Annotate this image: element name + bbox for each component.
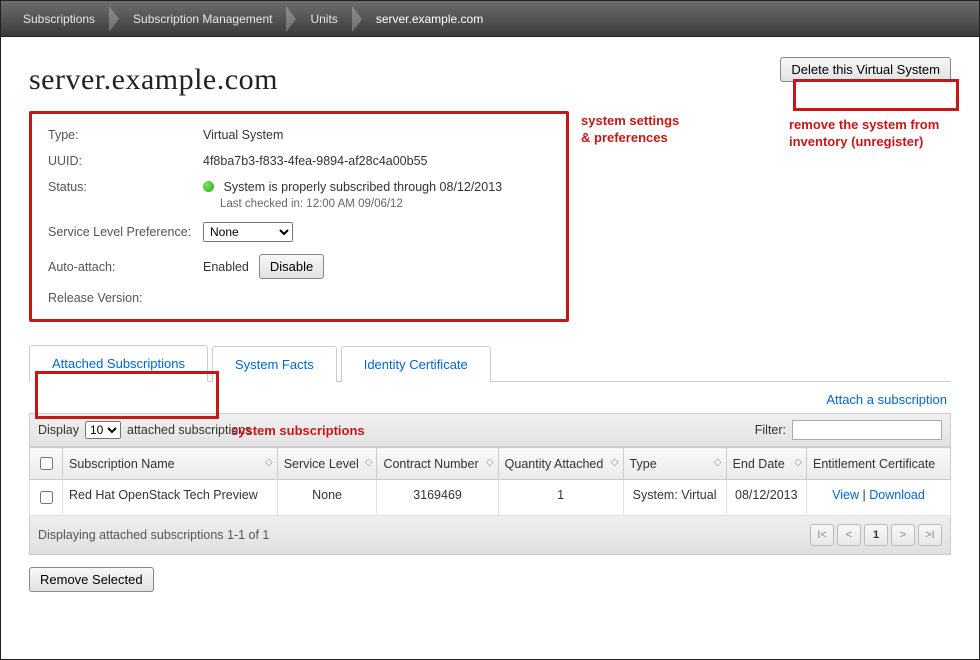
cell-end-date: 08/12/2013 bbox=[726, 480, 806, 516]
release-version-label: Release Version: bbox=[48, 291, 203, 305]
col-end-date[interactable]: End Date◇ bbox=[726, 448, 806, 480]
system-settings-panel: Type: Virtual System UUID: 4f8ba7b3-f833… bbox=[29, 111, 569, 322]
breadcrumb-item[interactable]: Subscriptions bbox=[1, 1, 111, 37]
service-level-select[interactable]: None bbox=[203, 222, 293, 242]
auto-attach-disable-button[interactable]: Disable bbox=[259, 254, 324, 279]
delete-system-button[interactable]: Delete this Virtual System bbox=[780, 57, 951, 82]
remove-selected-button[interactable]: Remove Selected bbox=[29, 567, 154, 592]
auto-attach-value: Enabled bbox=[203, 260, 249, 274]
tabs: Attached Subscriptions System Facts Iden… bbox=[29, 344, 951, 382]
filter-label: Filter: bbox=[755, 423, 786, 437]
view-certificate-link[interactable]: View bbox=[832, 488, 859, 502]
status-ok-icon bbox=[203, 181, 214, 192]
breadcrumb-item-current: server.example.com bbox=[354, 1, 499, 37]
cell-type: System: Virtual bbox=[623, 480, 726, 516]
cell-qty: 1 bbox=[498, 480, 623, 516]
cell-service-level: None bbox=[277, 480, 377, 516]
auto-attach-label: Auto-attach: bbox=[48, 260, 203, 274]
subscriptions-table: Subscription Name◇ Service Level◇ Contra… bbox=[29, 447, 951, 516]
pager-next-icon[interactable]: > bbox=[891, 524, 915, 546]
breadcrumb-item[interactable]: Subscription Management bbox=[111, 1, 288, 37]
col-contract-number[interactable]: Contract Number◇ bbox=[377, 448, 498, 480]
select-all-checkbox[interactable] bbox=[40, 457, 53, 470]
breadcrumb-item[interactable]: Units bbox=[288, 1, 353, 37]
col-entitlement-certificate: Entitlement Certificate bbox=[806, 448, 950, 480]
filter-input[interactable] bbox=[792, 420, 942, 440]
col-type[interactable]: Type◇ bbox=[623, 448, 726, 480]
uuid-label: UUID: bbox=[48, 154, 203, 168]
pager-summary: Displaying attached subscriptions 1-1 of… bbox=[38, 528, 269, 542]
attach-subscription-link[interactable]: Attach a subscription bbox=[826, 392, 947, 407]
pager: I< < 1 > >I bbox=[810, 524, 942, 546]
tab-system-facts[interactable]: System Facts bbox=[212, 346, 337, 382]
status-value: System is properly subscribed through 08… bbox=[223, 180, 502, 194]
status-checked-in: Last checked in: 12:00 AM 09/06/12 bbox=[220, 198, 550, 210]
col-service-level[interactable]: Service Level◇ bbox=[277, 448, 377, 480]
list-toolbar: Display 10 attached subscriptions Filter… bbox=[29, 413, 951, 447]
uuid-value: 4f8ba7b3-f833-4fea-9894-af28c4a00b55 bbox=[203, 154, 550, 168]
breadcrumb: Subscriptions Subscription Management Un… bbox=[1, 1, 979, 37]
page-title: server.example.com bbox=[29, 63, 278, 97]
type-value: Virtual System bbox=[203, 128, 550, 142]
pager-first-icon[interactable]: I< bbox=[810, 524, 834, 546]
tab-attached-subscriptions[interactable]: Attached Subscriptions bbox=[29, 345, 208, 382]
pager-page-current[interactable]: 1 bbox=[864, 524, 888, 546]
cell-contract: 3169469 bbox=[377, 480, 498, 516]
pager-last-icon[interactable]: >I bbox=[918, 524, 942, 546]
display-count-select[interactable]: 10 bbox=[85, 421, 121, 439]
table-row: Red Hat OpenStack Tech Preview None 3169… bbox=[30, 480, 951, 516]
service-level-label: Service Level Preference: bbox=[48, 225, 203, 239]
type-label: Type: bbox=[48, 128, 203, 142]
download-certificate-link[interactable]: Download bbox=[869, 488, 925, 502]
col-subscription-name[interactable]: Subscription Name◇ bbox=[63, 448, 278, 480]
cell-certificate: View | Download bbox=[806, 480, 950, 516]
pager-prev-icon[interactable]: < bbox=[837, 524, 861, 546]
cell-name: Red Hat OpenStack Tech Preview bbox=[63, 480, 278, 516]
display-prefix: Display bbox=[38, 423, 79, 437]
display-suffix: attached subscriptions bbox=[127, 423, 251, 437]
col-quantity-attached[interactable]: Quantity Attached◇ bbox=[498, 448, 623, 480]
status-label: Status: bbox=[48, 180, 203, 194]
row-checkbox[interactable] bbox=[40, 491, 53, 504]
tab-identity-certificate[interactable]: Identity Certificate bbox=[341, 346, 491, 382]
